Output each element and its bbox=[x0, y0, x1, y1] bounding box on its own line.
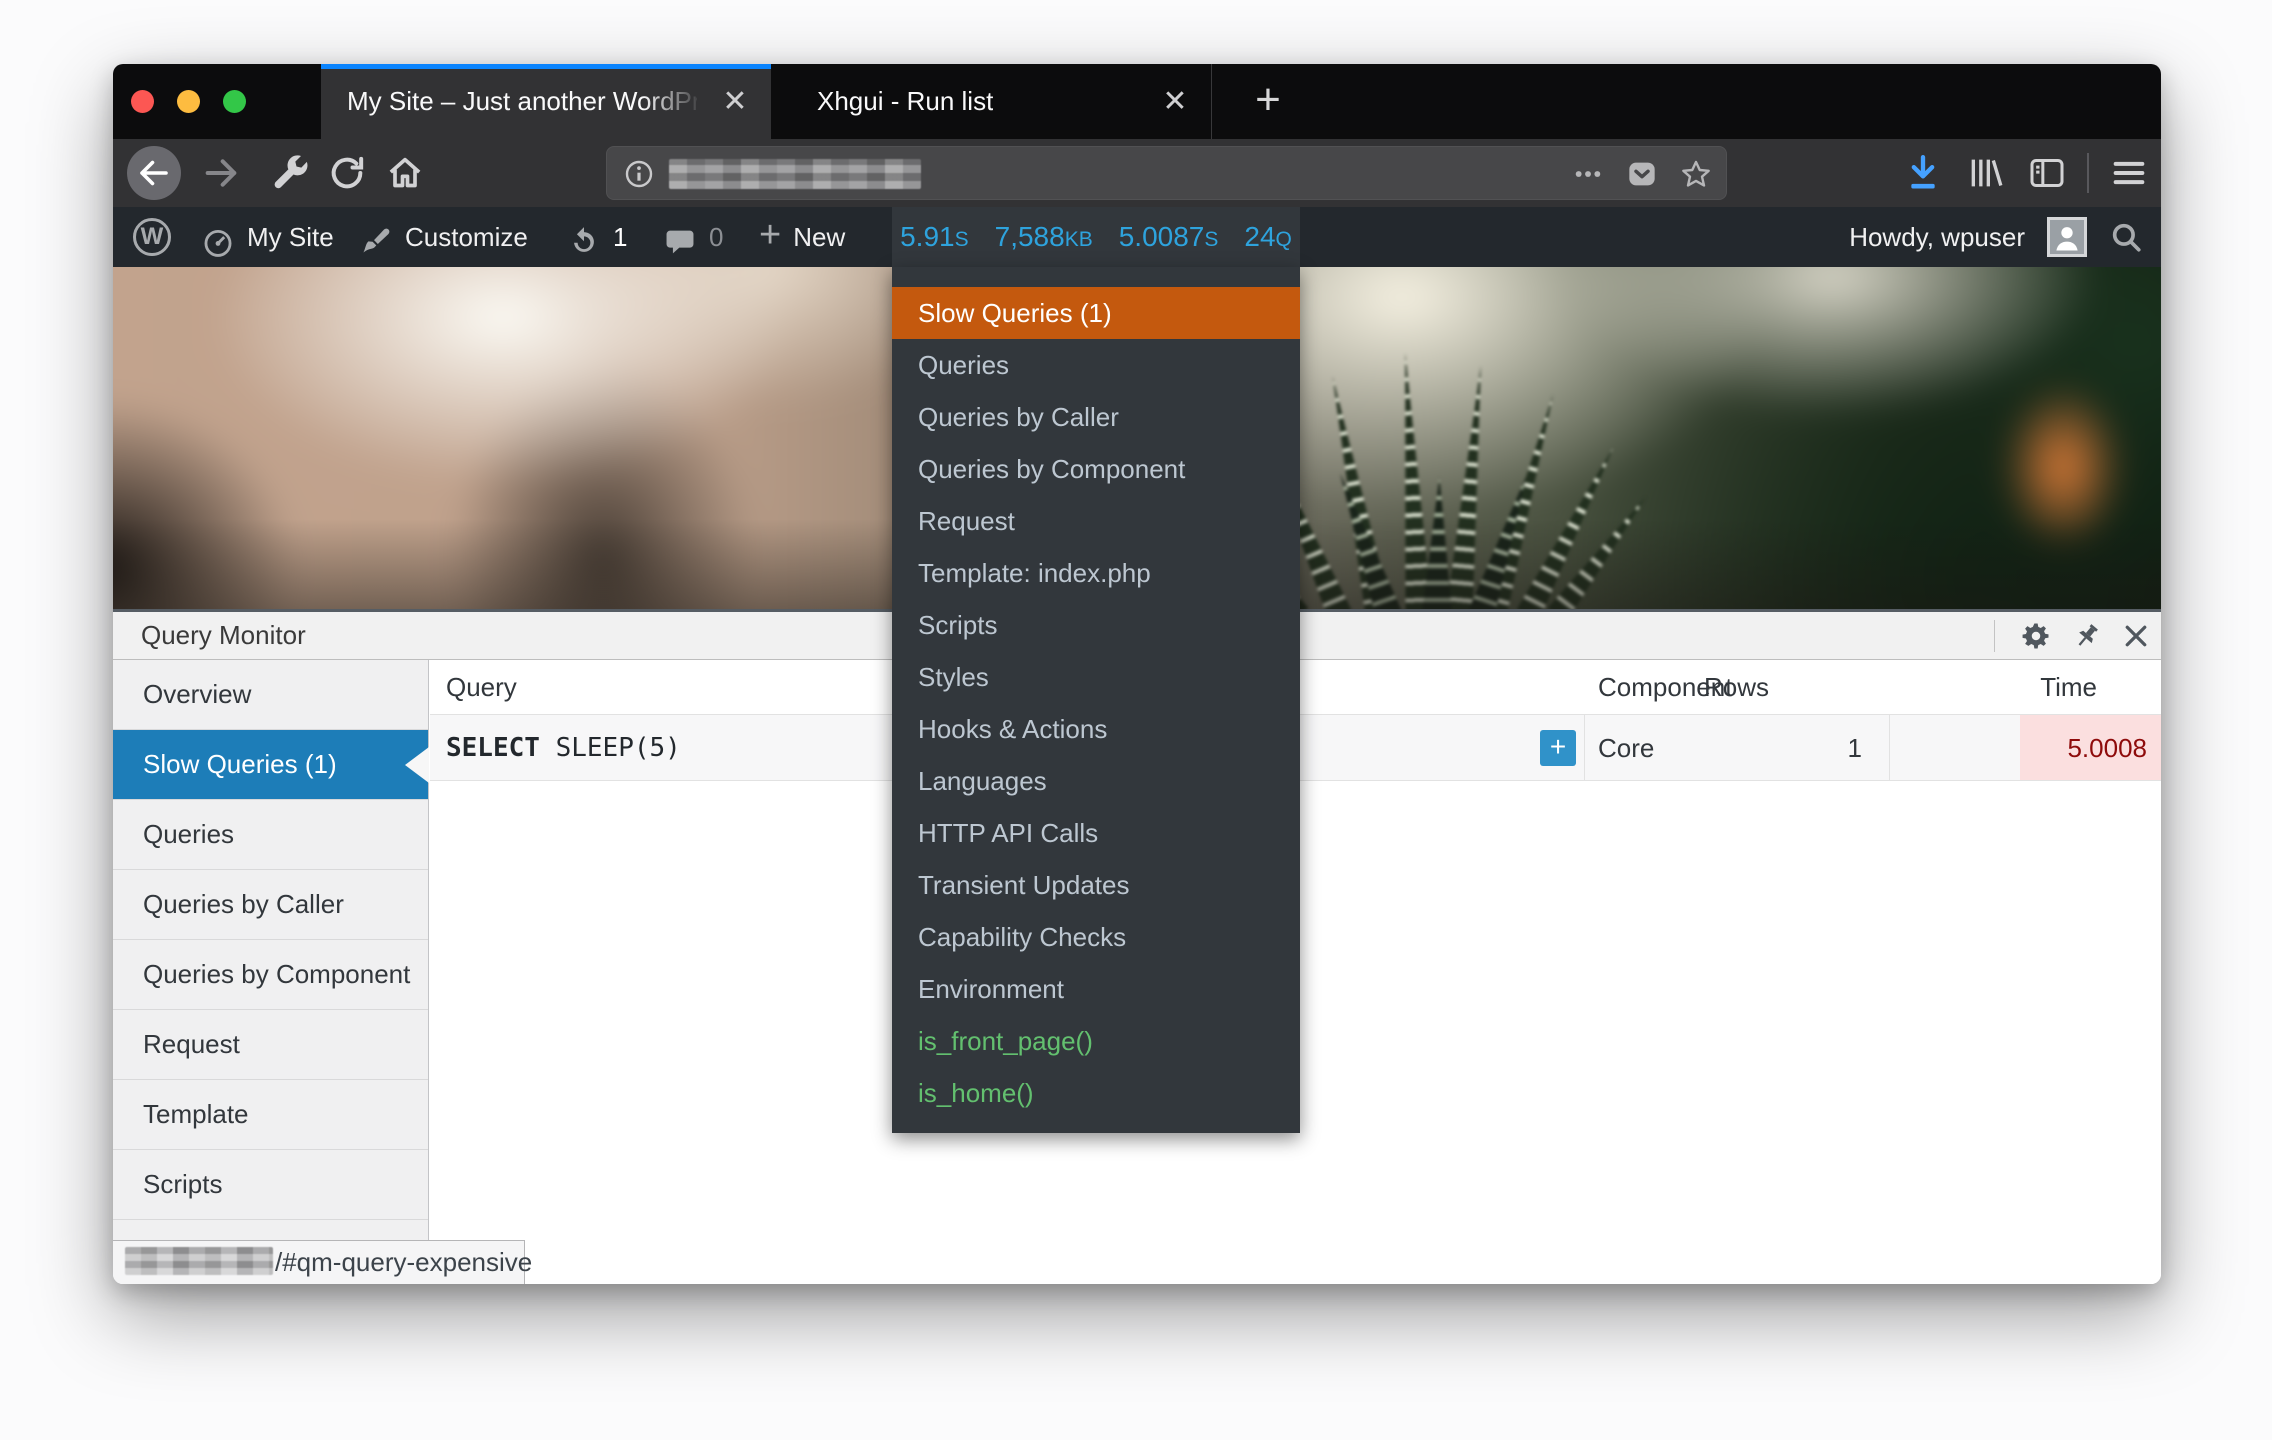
page-actions-icon[interactable] bbox=[1572, 158, 1604, 190]
qm-sidebar-overview[interactable]: Overview bbox=[113, 660, 428, 730]
qm-menu-item-is-home[interactable]: is_home() bbox=[892, 1067, 1300, 1119]
adminbar-comments[interactable]: 0 bbox=[663, 207, 723, 267]
qm-menu-item-environment[interactable]: Environment bbox=[892, 963, 1300, 1015]
tab-close-button[interactable]: ✕ bbox=[1153, 64, 1197, 139]
adminbar-new[interactable]: + New bbox=[759, 207, 845, 267]
query-monitor-adminbar-button[interactable]: 5.91S 7,588KB 5.0087S 24Q bbox=[892, 207, 1300, 267]
customize-label: Customize bbox=[405, 207, 528, 267]
qm-menu-item-request[interactable]: Request bbox=[892, 495, 1300, 547]
column-header-rows[interactable]: Rows bbox=[1584, 660, 1829, 715]
qm-sidebar-template[interactable]: Template bbox=[113, 1080, 428, 1150]
qm-titlebar-separator bbox=[1994, 620, 1995, 652]
dashboard-gauge-icon bbox=[201, 220, 235, 254]
qm-menu-item-styles[interactable]: Styles bbox=[892, 651, 1300, 703]
pocket-icon[interactable] bbox=[1626, 158, 1658, 190]
tab-title: Xhgui - Run list bbox=[817, 64, 993, 139]
tab-my-site[interactable]: My Site – Just another WordPress si ✕ bbox=[321, 64, 771, 139]
forward-button[interactable] bbox=[201, 153, 241, 193]
url-bar[interactable] bbox=[606, 146, 1727, 200]
qm-sidebar-queries-by-caller[interactable]: Queries by Caller bbox=[113, 870, 428, 940]
sql-query-cell: SELECT SLEEP(5) bbox=[446, 715, 681, 781]
browser-window: My Site – Just another WordPress si ✕ Xh… bbox=[113, 64, 2161, 1284]
qm-menu-item-hooks-actions[interactable]: Hooks & Actions bbox=[892, 703, 1300, 755]
sidebar-toggle-icon[interactable] bbox=[2025, 151, 2069, 195]
qm-menu-item-template[interactable]: Template: index.php bbox=[892, 547, 1300, 599]
qm-sidebar-queries[interactable]: Queries bbox=[113, 800, 428, 870]
tab-title-fade bbox=[643, 69, 713, 139]
wordpress-logo-icon[interactable]: W bbox=[133, 218, 171, 256]
wp-admin-bar: W My Site Customize 1 0 + N bbox=[113, 207, 2161, 267]
qm-menu-item-is-front-page[interactable]: is_front_page() bbox=[892, 1015, 1300, 1067]
qm-stat-query-count: 24Q bbox=[1244, 221, 1292, 253]
plus-icon: + bbox=[759, 205, 781, 265]
qm-sidebar-scripts[interactable]: Scripts bbox=[113, 1150, 428, 1220]
column-header-query[interactable]: Query bbox=[446, 660, 517, 715]
status-link-text: /#qm-query-expensive bbox=[275, 1247, 532, 1277]
status-bar-link-preview: /#qm-query-expensive bbox=[113, 1240, 525, 1284]
qm-sidebar-queries-by-component[interactable]: Queries by Component bbox=[113, 940, 428, 1010]
paintbrush-icon bbox=[359, 220, 393, 254]
site-info-icon[interactable] bbox=[623, 158, 655, 190]
qm-menu-item-slow-queries[interactable]: Slow Queries (1) bbox=[892, 287, 1300, 339]
updates-count: 1 bbox=[613, 207, 627, 267]
update-arrows-icon bbox=[567, 220, 601, 254]
redacted-url bbox=[669, 159, 921, 189]
tab-xhgui[interactable]: Xhgui - Run list ✕ bbox=[771, 64, 1212, 139]
adminbar-my-site[interactable]: My Site bbox=[201, 207, 334, 267]
qm-menu-item-queries-by-component[interactable]: Queries by Component bbox=[892, 443, 1300, 495]
redacted-url-blob bbox=[125, 1247, 273, 1275]
menu-hamburger-icon[interactable] bbox=[2107, 151, 2151, 195]
comment-bubble-icon bbox=[663, 220, 697, 254]
downloads-icon[interactable] bbox=[1901, 151, 1945, 195]
user-avatar[interactable] bbox=[2047, 217, 2087, 257]
adminbar-customize[interactable]: Customize bbox=[359, 207, 528, 267]
qm-stat-memory: 7,588KB bbox=[995, 221, 1093, 253]
time-cell-slow: 5.0008 bbox=[2020, 715, 2161, 780]
qm-panel-sidebar: Overview Slow Queries (1) Queries Querie… bbox=[113, 660, 429, 1284]
new-label: New bbox=[793, 207, 845, 267]
pin-icon[interactable] bbox=[2072, 621, 2102, 651]
search-icon[interactable] bbox=[2109, 220, 2143, 254]
adminbar-updates[interactable]: 1 bbox=[567, 207, 627, 267]
qm-sidebar-request[interactable]: Request bbox=[113, 1010, 428, 1080]
qm-stat-load-time: 5.91S bbox=[900, 221, 969, 253]
qm-menu-item-capability-checks[interactable]: Capability Checks bbox=[892, 911, 1300, 963]
bookmark-star-icon[interactable] bbox=[1680, 158, 1712, 190]
toolbar-separator bbox=[2087, 153, 2089, 193]
qm-menu-item-queries[interactable]: Queries bbox=[892, 339, 1300, 391]
gear-icon[interactable] bbox=[2021, 621, 2051, 651]
browser-toolbar bbox=[113, 139, 2161, 207]
close-window-button[interactable] bbox=[131, 90, 154, 113]
home-button[interactable] bbox=[385, 153, 425, 193]
qm-menu-item-queries-by-caller[interactable]: Queries by Caller bbox=[892, 391, 1300, 443]
expand-query-button[interactable]: + bbox=[1540, 730, 1576, 766]
qm-menu-item-languages[interactable]: Languages bbox=[892, 755, 1300, 807]
wrench-icon[interactable] bbox=[269, 153, 309, 193]
column-divider bbox=[1889, 715, 1890, 780]
minimize-window-button[interactable] bbox=[177, 90, 200, 113]
query-monitor-dropdown: Slow Queries (1) Queries Queries by Call… bbox=[892, 267, 1300, 1133]
qm-menu-item-scripts[interactable]: Scripts bbox=[892, 599, 1300, 651]
qm-menu-item-transient-updates[interactable]: Transient Updates bbox=[892, 859, 1300, 911]
zoom-window-button[interactable] bbox=[223, 90, 246, 113]
my-site-label: My Site bbox=[247, 207, 334, 267]
howdy-user[interactable]: Howdy, wpuser bbox=[1849, 222, 2025, 253]
reload-button[interactable] bbox=[327, 153, 367, 193]
qm-menu-item-http-api-calls[interactable]: HTTP API Calls bbox=[892, 807, 1300, 859]
comments-count: 0 bbox=[709, 207, 723, 267]
column-header-time[interactable]: Time bbox=[1889, 660, 2161, 715]
qm-sidebar-slow-queries[interactable]: Slow Queries (1) bbox=[113, 730, 428, 800]
close-icon[interactable] bbox=[2121, 621, 2151, 651]
library-icon[interactable] bbox=[1963, 151, 2007, 195]
tab-close-button[interactable]: ✕ bbox=[713, 64, 757, 139]
new-tab-button[interactable]: + bbox=[1233, 64, 1303, 139]
qm-panel-title: Query Monitor bbox=[141, 612, 306, 658]
back-button[interactable] bbox=[127, 146, 181, 200]
tab-bar: My Site – Just another WordPress si ✕ Xh… bbox=[113, 64, 2161, 139]
rows-cell: 1 bbox=[1584, 715, 1876, 781]
qm-stat-query-time: 5.0087S bbox=[1119, 221, 1219, 253]
window-controls bbox=[113, 64, 273, 139]
